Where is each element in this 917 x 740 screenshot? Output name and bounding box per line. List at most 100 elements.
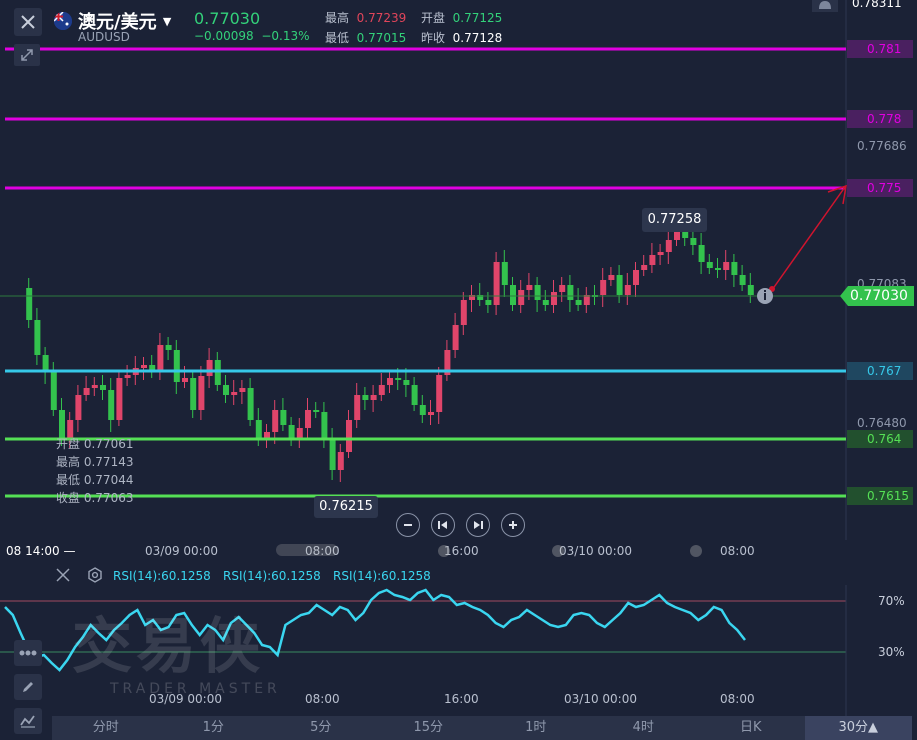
candle-body xyxy=(452,325,459,350)
tab-timeframe-daily[interactable]: 日K xyxy=(697,716,805,740)
alert-bell-icon[interactable] xyxy=(812,0,838,12)
indicator-dots-button[interactable] xyxy=(14,640,42,666)
candle-body xyxy=(91,385,98,388)
timeframe-bar: 分时 1分 5分 15分 1时 4时 日K 30分▲ xyxy=(52,716,912,740)
crosshair-time: 08 14:00 — xyxy=(6,544,76,558)
candle-body xyxy=(296,428,303,438)
candle-body xyxy=(624,285,631,295)
candle-body xyxy=(436,375,443,412)
candle-body xyxy=(723,262,730,270)
expand-icon xyxy=(21,49,33,61)
axis-tick-3: 0.76480 xyxy=(857,416,907,430)
candle-body xyxy=(706,262,713,268)
skip-back-icon xyxy=(438,521,447,529)
candle-body xyxy=(337,452,344,470)
draw-tool-button[interactable] xyxy=(14,674,42,700)
skip-forward-icon xyxy=(474,521,483,529)
forecast-arrow xyxy=(769,184,847,292)
high-stat: 最高 0.77239 xyxy=(325,11,407,25)
tab-timeframe-intraday[interactable]: 分时 xyxy=(52,716,160,740)
candle-body xyxy=(329,440,336,470)
candle-body xyxy=(608,275,615,280)
candle-body xyxy=(362,395,369,400)
line-chart-icon xyxy=(20,715,35,728)
candle-body xyxy=(50,372,57,410)
rsi-settings-button[interactable] xyxy=(87,567,103,586)
tab-timeframe-15m[interactable]: 15分 xyxy=(375,716,483,740)
candle-body xyxy=(567,285,574,300)
candle-body xyxy=(206,360,213,376)
candle-body xyxy=(460,300,467,325)
candle-body xyxy=(182,378,188,382)
high-marker-label: 0.77258 xyxy=(647,212,702,227)
candle-body xyxy=(690,238,697,245)
minus-icon xyxy=(404,524,412,526)
candle-body xyxy=(641,265,648,270)
indicator-button[interactable] xyxy=(14,708,42,734)
gear-icon xyxy=(88,567,102,583)
level-tag-07615: 0.7615 xyxy=(847,487,913,505)
candle-body xyxy=(59,410,65,438)
candle-body xyxy=(657,252,664,255)
tab-timeframe-4h[interactable]: 4时 xyxy=(590,716,698,740)
candle-body xyxy=(165,345,172,350)
tab-timeframe-1h[interactable]: 1时 xyxy=(482,716,590,740)
candle-body xyxy=(715,268,721,270)
candle-body xyxy=(288,425,295,438)
last-price: 0.77030 xyxy=(194,9,261,28)
level-tag-0781: 0.781 xyxy=(847,40,913,58)
candle-body xyxy=(34,320,41,355)
level-tag-0775: 0.775 xyxy=(847,179,913,197)
scroll-start-button[interactable] xyxy=(431,513,455,537)
event-marker[interactable] xyxy=(552,545,564,557)
candle-body xyxy=(141,365,147,368)
rsi-time-label: 08:00 xyxy=(720,692,755,706)
candle-body xyxy=(223,385,229,395)
level-tag-0778: 0.778 xyxy=(847,110,913,128)
rsi-close-button[interactable] xyxy=(56,568,70,585)
candle-body xyxy=(346,420,352,452)
price-chart[interactable] xyxy=(0,0,917,565)
zoom-in-button[interactable] xyxy=(501,513,525,537)
tab-timeframe-5m[interactable]: 5分 xyxy=(267,716,375,740)
candle-body xyxy=(575,300,582,305)
candle-body xyxy=(313,410,320,412)
price-change: −0.00098 −0.13% xyxy=(194,29,310,43)
candle-body xyxy=(75,395,82,420)
time-label: 03/09 00:00 xyxy=(145,544,218,558)
candle-body xyxy=(321,412,328,440)
event-marker[interactable] xyxy=(690,545,702,557)
rsi-value-label: RSI(14):60.1258 xyxy=(223,569,321,583)
close-button[interactable] xyxy=(14,8,42,36)
tab-timeframe-30m[interactable]: 30分▲ xyxy=(804,716,912,740)
candle-body xyxy=(747,285,754,295)
info-icon[interactable] xyxy=(757,288,773,304)
candle-body xyxy=(534,285,541,300)
change-value: −0.00098 xyxy=(194,29,254,43)
candle-body xyxy=(616,275,623,295)
low-stat: 最低 0.77015 xyxy=(325,31,407,45)
expand-button[interactable] xyxy=(14,44,40,66)
event-markers[interactable] xyxy=(276,544,338,556)
candle-body xyxy=(526,285,533,290)
candle-body xyxy=(633,270,639,285)
candle-body xyxy=(485,300,492,305)
candle-body xyxy=(501,262,508,285)
ohlc-panel: 开盘 0.77061 最高 0.77143 最低 0.77044 收盘 0.77… xyxy=(56,437,134,505)
scroll-end-button[interactable] xyxy=(466,513,490,537)
change-percent: −0.13% xyxy=(261,29,310,43)
candle-body xyxy=(190,378,197,410)
tab-timeframe-1m[interactable]: 1分 xyxy=(160,716,268,740)
rsi-time-label: 08:00 xyxy=(305,692,340,706)
candle-body xyxy=(124,375,131,378)
axis-top-value: 0.78311 xyxy=(852,0,902,10)
candle-body xyxy=(518,290,525,305)
candle-body xyxy=(378,385,385,395)
candle-body xyxy=(42,355,49,372)
zoom-out-button[interactable] xyxy=(396,513,420,537)
candle-body xyxy=(419,405,426,415)
candle-body xyxy=(739,275,746,285)
event-marker[interactable] xyxy=(438,545,450,557)
candle-body xyxy=(600,280,607,295)
candle-body xyxy=(387,378,393,385)
